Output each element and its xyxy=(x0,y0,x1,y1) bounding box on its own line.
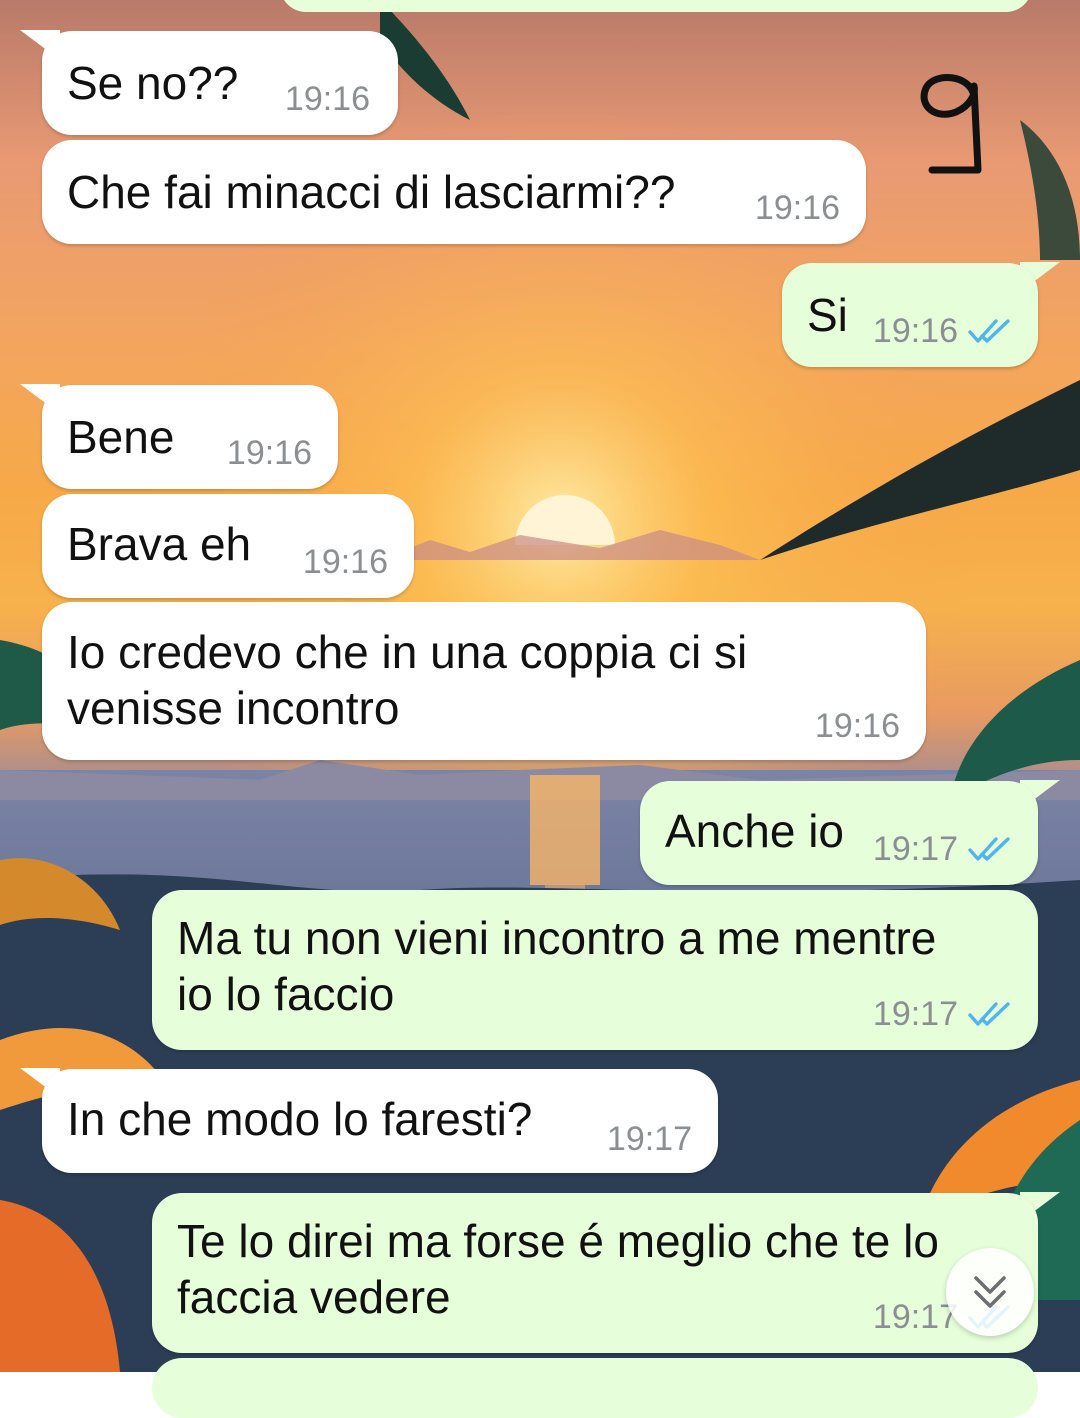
message-timestamp-container: 19:17 xyxy=(607,1119,692,1159)
outgoing-message[interactable]: Ma tu non vieni incontro a me mentre io … xyxy=(152,890,1038,1050)
double-check-icon xyxy=(968,319,1010,343)
message-time: 19:16 xyxy=(226,434,312,472)
message-timestamp-container: 19:17 xyxy=(873,829,1012,869)
next-message-bubble xyxy=(152,1358,1038,1418)
chevron-double-down-icon xyxy=(974,1276,1006,1308)
message-text: Brava eh xyxy=(67,518,252,570)
message-timestamp-container: 19:16 xyxy=(755,188,840,228)
outgoing-message[interactable]: Te lo direi ma forse é meglio che te lo … xyxy=(152,1193,1038,1353)
message-time: 19:16 xyxy=(284,80,370,118)
message-text: Bene xyxy=(67,411,175,463)
message-time: 19:16 xyxy=(814,707,900,745)
handwritten-nine-annotation xyxy=(920,74,982,174)
message-time: 19:17 xyxy=(606,1120,692,1158)
message-timestamp-container: 19:16 xyxy=(227,433,312,473)
message-text: Ma tu non vieni incontro a me mentre io … xyxy=(177,912,937,1020)
message-text: Che fai minacci di lasciarmi?? xyxy=(67,166,676,218)
message-time: 19:17 xyxy=(872,1298,958,1336)
incoming-message[interactable]: Se no?? 19:16 xyxy=(42,31,398,135)
message-text: In che modo lo faresti? xyxy=(67,1093,533,1145)
outgoing-message[interactable]: Si 19:16 xyxy=(782,263,1038,367)
message-timestamp-container: 19:16 xyxy=(873,311,1012,351)
message-timestamp-container: 19:16 xyxy=(285,79,370,119)
message-time: 19:16 xyxy=(302,543,388,581)
message-timestamp-container: 19:17 xyxy=(873,994,1012,1034)
message-time: 19:16 xyxy=(872,312,958,350)
scroll-to-bottom-button[interactable] xyxy=(946,1248,1034,1336)
message-time: 19:17 xyxy=(872,830,958,868)
outgoing-message[interactable]: Anche io 19:17 xyxy=(640,781,1038,885)
message-text: Si xyxy=(807,289,848,341)
message-time: 19:17 xyxy=(872,995,958,1033)
incoming-message[interactable]: Brava eh 19:16 xyxy=(42,494,414,598)
message-text: Io credevo che in una coppia ci si venis… xyxy=(67,626,748,734)
incoming-message[interactable]: In che modo lo faresti? 19:17 xyxy=(42,1069,718,1173)
message-time: 19:16 xyxy=(754,189,840,227)
incoming-message[interactable]: Io credevo che in una coppia ci si venis… xyxy=(42,602,926,760)
double-check-icon xyxy=(968,1002,1010,1026)
message-text: Se no?? xyxy=(67,57,239,109)
message-text: Te lo direi ma forse é meglio che te lo … xyxy=(177,1215,939,1323)
message-timestamp-container: 19:16 xyxy=(303,542,388,582)
incoming-message[interactable]: Che fai minacci di lasciarmi?? 19:16 xyxy=(42,140,866,244)
double-check-icon xyxy=(968,837,1010,861)
previous-message-bubble xyxy=(280,0,1032,12)
incoming-message[interactable]: Bene 19:16 xyxy=(42,385,338,489)
message-timestamp-container: 19:16 xyxy=(815,706,900,746)
message-text: Anche io xyxy=(665,805,845,857)
